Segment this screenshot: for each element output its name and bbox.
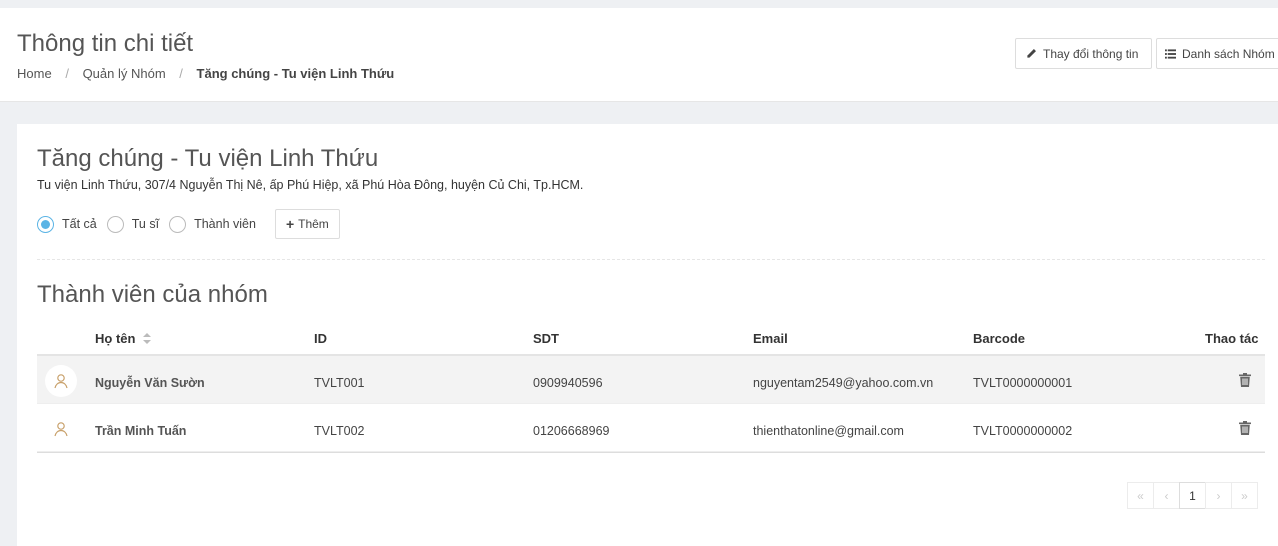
edit-info-button[interactable]: Thay đổi thông tin (1015, 38, 1152, 69)
filter-members[interactable]: Thành viên (169, 215, 256, 233)
members-section-title: Thành viên của nhóm (37, 281, 268, 308)
add-member-button[interactable]: + Thêm (274, 209, 340, 239)
table-header: Họ tên ID SDT Email Barcode Thao tác (37, 324, 1265, 356)
column-phone: SDT (533, 331, 559, 346)
group-list-label: Danh sách Nhóm (1182, 46, 1275, 61)
table-row: Trần Minh Tuấn TVLT002 01206668969 thien… (37, 404, 1265, 452)
next-page-icon[interactable]: › (1205, 482, 1232, 509)
filter-monks[interactable]: Tu sĩ (106, 215, 160, 233)
plus-icon: + (285, 216, 295, 232)
divider (37, 259, 1265, 260)
table-bottom-border (37, 452, 1265, 453)
add-member-label: Thêm (298, 217, 329, 231)
members-table: Họ tên ID SDT Email Barcode Thao tác Ngu… (37, 324, 1265, 453)
pencil-icon (1027, 49, 1036, 58)
radio-unchecked-icon (106, 215, 124, 233)
radio-checked-icon (37, 215, 54, 233)
prev-page-icon[interactable]: ‹ (1153, 482, 1180, 509)
member-barcode: TVLT0000000001 (973, 376, 1073, 390)
sort-icon (143, 333, 152, 344)
column-name-label: Họ tên (95, 331, 136, 346)
page-header: Thông tin chi tiết Home / Quản lý Nhóm /… (0, 8, 1278, 102)
member-id: TVLT002 (314, 424, 365, 438)
user-icon (54, 374, 68, 389)
breadcrumb-group-management[interactable]: Quản lý Nhóm (83, 66, 166, 81)
group-address: Tu viện Linh Thứu, 307/4 Nguyễn Thị Nê, … (37, 178, 584, 192)
filter-all-label: Tất cả (62, 217, 97, 231)
top-strip (0, 0, 1278, 8)
column-barcode: Barcode (973, 331, 1026, 346)
breadcrumb-home[interactable]: Home (17, 66, 52, 81)
member-email: thienthatonline@gmail.com (753, 424, 904, 438)
page-title: Thông tin chi tiết (17, 30, 194, 57)
avatar (45, 365, 77, 397)
first-page-icon[interactable]: « (1127, 482, 1154, 509)
column-actions: Thao tác (1205, 331, 1259, 346)
radio-unchecked-icon (169, 215, 187, 233)
member-phone: 0909940596 (533, 376, 603, 390)
column-id: ID (314, 331, 327, 346)
table-row: Nguyễn Văn Sườn TVLT001 0909940596 nguye… (37, 356, 1265, 404)
filter-monks-label: Tu sĩ (131, 217, 160, 231)
breadcrumb: Home / Quản lý Nhóm / Tăng chúng - Tu vi… (17, 66, 394, 81)
breadcrumb-separator: / (179, 66, 183, 81)
trash-icon[interactable] (1239, 373, 1251, 387)
group-list-button[interactable]: Danh sách Nhóm (1156, 38, 1278, 69)
trash-icon[interactable] (1239, 421, 1251, 435)
group-detail-panel: Tăng chúng - Tu viện Linh Thứu Tu viện L… (17, 124, 1278, 546)
member-barcode: TVLT0000000002 (973, 424, 1073, 438)
last-page-icon[interactable]: » (1231, 482, 1258, 509)
avatar (45, 413, 77, 445)
member-filter: Tất cả Tu sĩ Thành viên + Thêm (37, 209, 340, 239)
filter-all[interactable]: Tất cả (37, 215, 97, 233)
breadcrumb-separator: / (65, 66, 69, 81)
user-icon (54, 422, 68, 437)
member-name[interactable]: Trần Minh Tuấn (95, 424, 186, 438)
member-name[interactable]: Nguyễn Văn Sườn (95, 376, 205, 390)
list-icon (1165, 48, 1176, 59)
member-email: nguyentam2549@yahoo.com.vn (753, 376, 934, 390)
page-number[interactable]: 1 (1179, 482, 1206, 509)
column-email: Email (753, 331, 788, 346)
column-name[interactable]: Họ tên (95, 331, 152, 346)
breadcrumb-current: Tăng chúng - Tu viện Linh Thứu (196, 66, 395, 81)
edit-info-label: Thay đổi thông tin (1043, 46, 1139, 61)
member-id: TVLT001 (314, 376, 365, 390)
filter-members-label: Thành viên (194, 217, 256, 231)
pagination: « ‹ 1 › » (1127, 482, 1258, 509)
group-name: Tăng chúng - Tu viện Linh Thứu (37, 145, 379, 172)
member-phone: 01206668969 (533, 424, 610, 438)
